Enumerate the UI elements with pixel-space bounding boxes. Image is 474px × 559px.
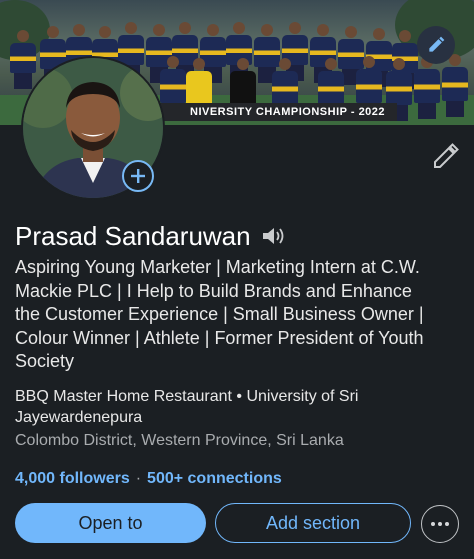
company-line: BBQ Master Home Restaurant • University … (15, 388, 359, 405)
pencil-icon (434, 143, 459, 168)
more-icon (438, 522, 442, 526)
more-button[interactable] (421, 505, 459, 543)
headline-line: Mackie PLC | I Help to Build Brands and … (15, 280, 412, 301)
company-line: Jayewardenepura (15, 409, 143, 426)
stats-separator: · (135, 470, 142, 487)
profile-name: Prasad Sandaruwan (15, 221, 251, 251)
network-stats: 4,000 followers · 500+ connections (15, 468, 282, 489)
cover-player (414, 56, 440, 119)
headline-line: Colour Winner | Athlete | Former Preside… (15, 327, 424, 348)
headline-line: Aspiring Young Marketer | Marketing Inte… (15, 257, 420, 277)
more-icon (445, 522, 449, 526)
followers-link[interactable]: 4,000 followers (15, 470, 130, 487)
company-education[interactable]: BBQ Master Home Restaurant • University … (15, 386, 455, 428)
profile-location: Colombo District, Western Province, Sri … (15, 432, 344, 449)
add-section-button[interactable]: Add section (215, 503, 411, 543)
headline-line: Society (15, 351, 75, 371)
speaker-icon[interactable] (261, 225, 287, 247)
cover-player (10, 30, 36, 89)
pencil-icon (429, 36, 445, 52)
open-to-button[interactable]: Open to (15, 503, 206, 543)
cover-player (442, 54, 468, 117)
profile-headline: Aspiring Young Marketer | Marketing Inte… (15, 256, 460, 374)
add-photo-button[interactable] (122, 160, 154, 192)
cover-banner: NIVERSITY CHAMPIONSHIP - 2022 (150, 103, 398, 121)
connections-link[interactable]: 500+ connections (147, 470, 282, 487)
more-icon (431, 522, 435, 526)
edit-profile-button[interactable] (430, 142, 460, 172)
edit-cover-button[interactable] (417, 26, 455, 64)
headline-line: the Customer Experience | Small Business… (15, 304, 424, 324)
name-row: Prasad Sandaruwan (15, 219, 287, 253)
plus-icon (131, 169, 145, 183)
